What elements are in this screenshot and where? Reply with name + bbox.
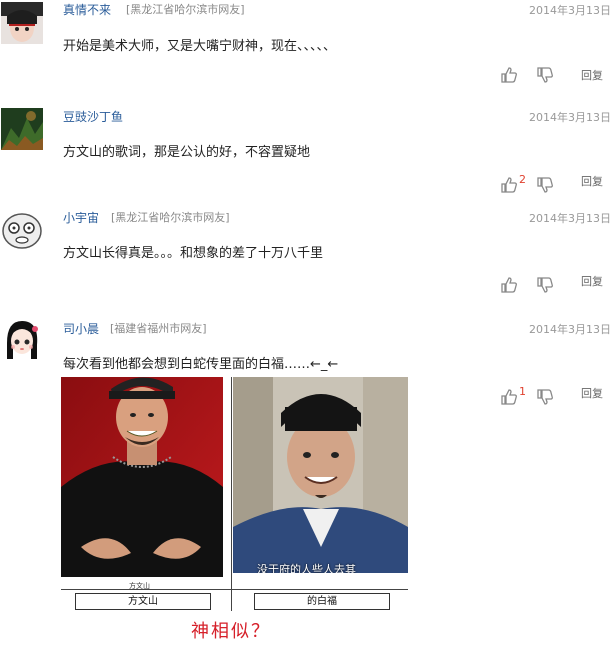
image-divider	[231, 377, 232, 611]
comment-actions: 1 回复	[491, 385, 611, 409]
right-photo: 没于府的人些人去其	[233, 377, 408, 573]
comment-actions: 回复	[491, 67, 611, 87]
reply-link[interactable]: 回复	[581, 385, 603, 401]
commenter-location: [黑龙江省哈尔滨市网友]	[126, 3, 245, 16]
avatar[interactable]	[1, 319, 43, 361]
thumbs-down-icon[interactable]	[537, 277, 555, 295]
commenter-name[interactable]: 真情不来	[63, 1, 111, 18]
thumbs-down-icon[interactable]	[537, 177, 555, 195]
image-baseline	[61, 589, 408, 590]
avatar[interactable]	[1, 209, 43, 251]
comment-text: 方文山长得真是。。。和想象的差了十万八千里	[63, 246, 324, 261]
commenter-name[interactable]: 司小晨	[63, 320, 99, 337]
thumbs-up-icon[interactable]	[501, 177, 519, 195]
avatar[interactable]	[1, 2, 43, 44]
comment-date: 2014年3月13日	[529, 4, 611, 17]
comment-date: 2014年3月13日	[529, 212, 611, 225]
commenter-location: [黑龙江省哈尔滨市网友]	[111, 211, 230, 224]
comment-text: 方文山的歌词，那是公认的好，不容置疑地	[63, 145, 311, 160]
comment-text: 开始是美术大师，又是大嘴宁财神，现在、、、、、	[63, 39, 337, 54]
comment-actions: 2 回复	[491, 173, 611, 197]
right-caption-box: 的白福	[254, 593, 390, 610]
thumbs-up-icon[interactable]	[501, 389, 519, 407]
reply-link[interactable]: 回复	[581, 67, 603, 83]
handwritten-note: 神相似？	[191, 621, 271, 642]
thumbs-up-icon[interactable]	[501, 277, 519, 295]
like-count: 1	[519, 385, 526, 398]
commenter-name[interactable]: 小宇宙	[63, 209, 99, 226]
comment-text: 每次看到他都会想到白蛇传里面的白福……←_←	[63, 357, 339, 372]
left-small-caption: 方文山	[129, 582, 150, 590]
thumbs-down-icon[interactable]	[537, 67, 555, 85]
comment-date: 2014年3月13日	[529, 323, 611, 336]
thumbs-down-icon[interactable]	[537, 389, 555, 407]
comment-date: 2014年3月13日	[529, 111, 611, 124]
video-subtitle: 没于府的人些人去其	[257, 563, 356, 573]
commenter-name[interactable]: 豆豉沙丁鱼	[63, 108, 123, 125]
comment-actions: 回复	[491, 275, 611, 297]
reply-link[interactable]: 回复	[581, 273, 603, 289]
attached-image[interactable]: 没于府的人些人去其 方文山 方文山 的白福	[61, 377, 408, 611]
avatar[interactable]	[1, 108, 43, 150]
like-count: 2	[519, 173, 526, 186]
left-caption-box: 方文山	[75, 593, 211, 610]
thumbs-up-icon[interactable]	[501, 67, 519, 85]
commenter-location: [福建省福州市网友]	[110, 322, 207, 335]
reply-link[interactable]: 回复	[581, 173, 603, 189]
left-photo	[61, 377, 223, 577]
